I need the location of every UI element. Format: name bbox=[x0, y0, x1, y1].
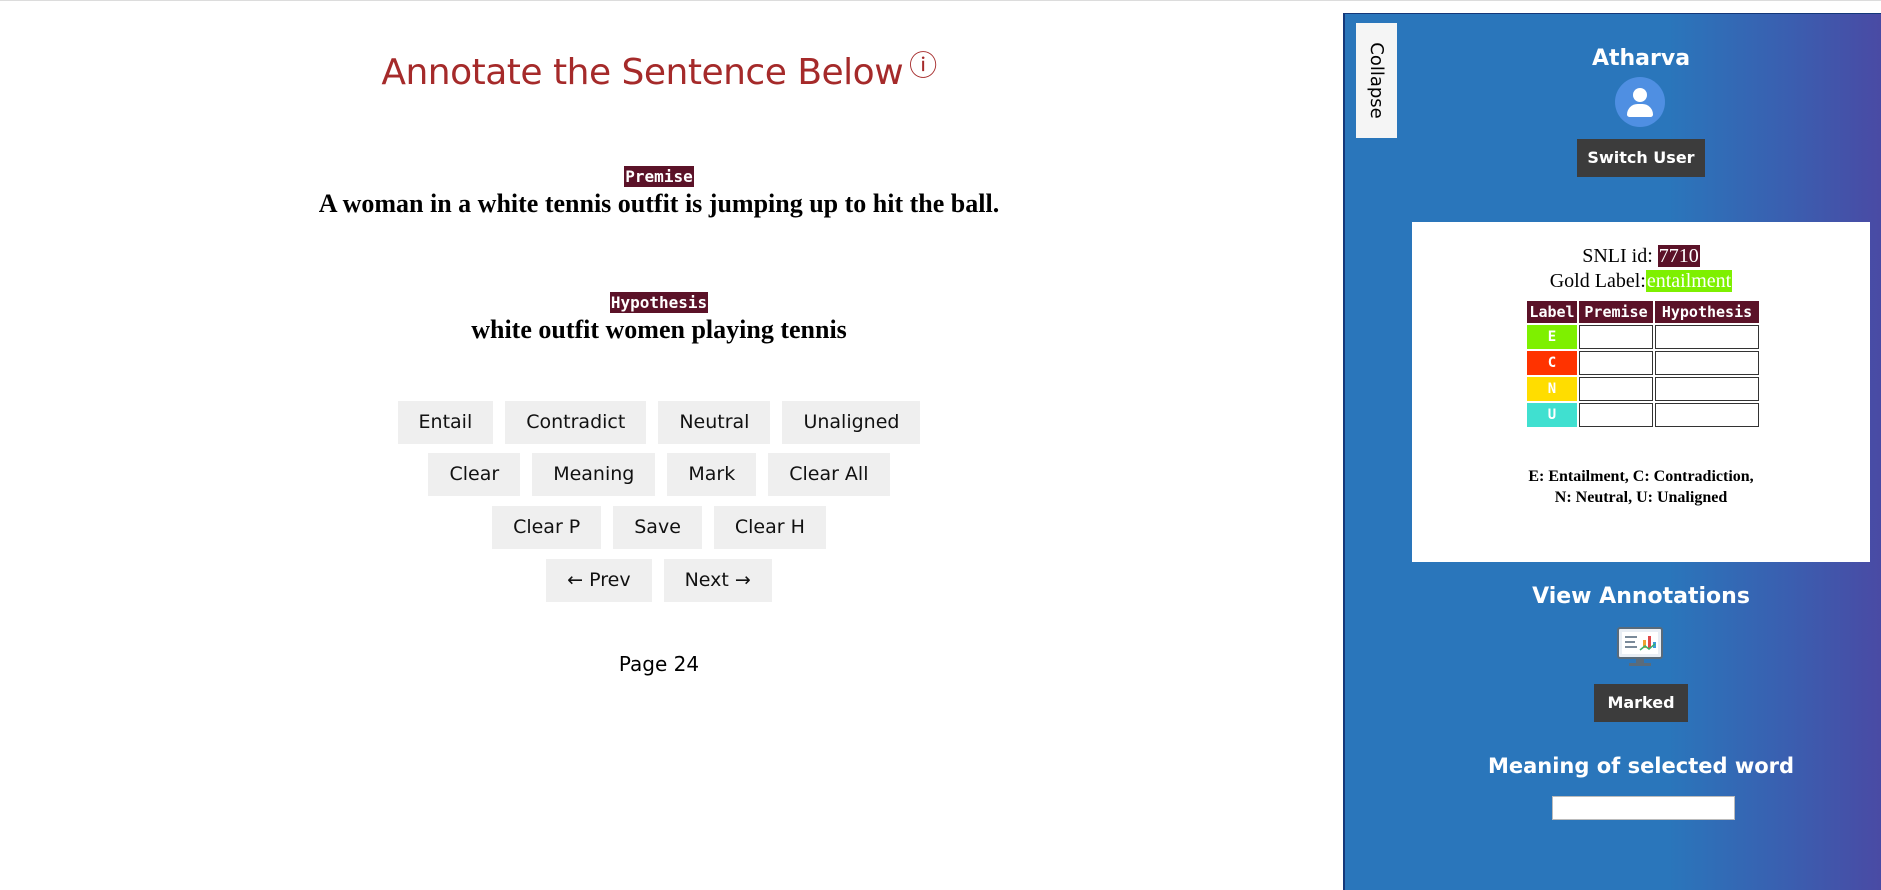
hypothesis-block: Hypothesis white outfit women playing te… bbox=[0, 292, 1318, 345]
unaligned-premise-cell bbox=[1579, 403, 1653, 427]
pagination-row: ← Prev Next → bbox=[0, 559, 1318, 602]
gold-label-line: Gold Label:entailment bbox=[1412, 270, 1870, 293]
table-row: N bbox=[1527, 377, 1759, 401]
annotation-info-card: SNLI id: 7710 Gold Label:entailment Labe… bbox=[1412, 222, 1870, 562]
legend-line-1: E: Entailment, C: Contradiction, bbox=[1528, 468, 1754, 485]
hypothesis-tag: Hypothesis bbox=[609, 292, 709, 313]
meaning-button[interactable]: Meaning bbox=[532, 453, 656, 496]
save-button-row: Clear P Save Clear H bbox=[0, 506, 1318, 549]
table-row: C bbox=[1527, 351, 1759, 375]
collapse-button[interactable]: Collapse bbox=[1356, 23, 1397, 138]
neutral-label-cell: N bbox=[1527, 377, 1577, 401]
hypothesis-sentence[interactable]: white outfit women playing tennis bbox=[0, 315, 1318, 345]
hypothesis-header: Hypothesis bbox=[1655, 301, 1759, 323]
snli-id-label: SNLI id: bbox=[1582, 245, 1653, 267]
view-annotations-heading[interactable]: View Annotations bbox=[1412, 584, 1870, 609]
clear-button[interactable]: Clear bbox=[428, 453, 521, 496]
snli-id-value: 7710 bbox=[1657, 245, 1700, 267]
neutral-button[interactable]: Neutral bbox=[658, 401, 771, 444]
premise-header: Premise bbox=[1579, 301, 1653, 323]
contradict-label-cell: C bbox=[1527, 351, 1577, 375]
unaligned-button[interactable]: Unaligned bbox=[782, 401, 921, 444]
meaning-heading: Meaning of selected word bbox=[1487, 754, 1795, 778]
premise-block: Premise A woman in a white tennis outfit… bbox=[0, 166, 1318, 219]
action-button-row: Clear Meaning Mark Clear All bbox=[0, 453, 1318, 496]
clear-premise-button[interactable]: Clear P bbox=[492, 506, 602, 549]
premise-tag: Premise bbox=[624, 166, 694, 187]
snli-id-line: SNLI id: 7710 bbox=[1412, 245, 1870, 268]
mark-button[interactable]: Mark bbox=[667, 453, 757, 496]
label-legend: E: Entailment, C: Contradiction, N: Neut… bbox=[1412, 466, 1870, 508]
contradict-hypothesis-cell bbox=[1655, 351, 1759, 375]
unaligned-hypothesis-cell bbox=[1655, 403, 1759, 427]
info-icon[interactable]: ⓘ bbox=[909, 49, 937, 82]
label-table: Label Premise Hypothesis E C N U bbox=[1525, 299, 1761, 429]
page-title-text: Annotate the Sentence Below bbox=[381, 52, 904, 93]
entail-premise-cell bbox=[1579, 325, 1653, 349]
clear-hypothesis-button[interactable]: Clear H bbox=[713, 506, 826, 549]
label-header: Label bbox=[1527, 301, 1577, 323]
clear-all-button[interactable]: Clear All bbox=[768, 453, 890, 496]
annotation-main-panel: Annotate the Sentence Below ⓘ Premise A w… bbox=[0, 0, 1340, 889]
marked-button[interactable]: Marked bbox=[1594, 684, 1688, 722]
page-number: Page 24 bbox=[618, 652, 700, 676]
entail-button[interactable]: Entail bbox=[397, 401, 494, 444]
neutral-hypothesis-cell bbox=[1655, 377, 1759, 401]
unaligned-label-cell: U bbox=[1527, 403, 1577, 427]
user-name: Atharva bbox=[1591, 46, 1691, 71]
page-title: Annotate the Sentence Below ⓘ bbox=[0, 49, 1318, 93]
switch-user-button[interactable]: Switch User bbox=[1577, 139, 1705, 177]
neutral-premise-cell bbox=[1579, 377, 1653, 401]
collapse-label: Collapse bbox=[1366, 42, 1387, 119]
monitor-chart-icon[interactable] bbox=[1616, 626, 1664, 668]
gold-label-value: entailment bbox=[1645, 270, 1733, 292]
meaning-field[interactable] bbox=[1552, 796, 1735, 820]
gold-label-label: Gold Label: bbox=[1549, 270, 1646, 292]
next-button[interactable]: Next → bbox=[663, 559, 772, 602]
legend-line-2: N: Neutral, U: Unaligned bbox=[1554, 489, 1728, 506]
table-row: U bbox=[1527, 403, 1759, 427]
premise-sentence[interactable]: A woman in a white tennis outfit is jump… bbox=[0, 189, 1318, 219]
table-row: E bbox=[1527, 325, 1759, 349]
contradict-button[interactable]: Contradict bbox=[505, 401, 647, 444]
save-button[interactable]: Save bbox=[613, 506, 702, 549]
prev-button[interactable]: ← Prev bbox=[546, 559, 652, 602]
user-avatar-icon bbox=[1615, 77, 1665, 127]
label-button-row: Entail Contradict Neutral Unaligned bbox=[0, 401, 1318, 444]
contradict-premise-cell bbox=[1579, 351, 1653, 375]
entail-label-cell: E bbox=[1527, 325, 1577, 349]
entail-hypothesis-cell bbox=[1655, 325, 1759, 349]
